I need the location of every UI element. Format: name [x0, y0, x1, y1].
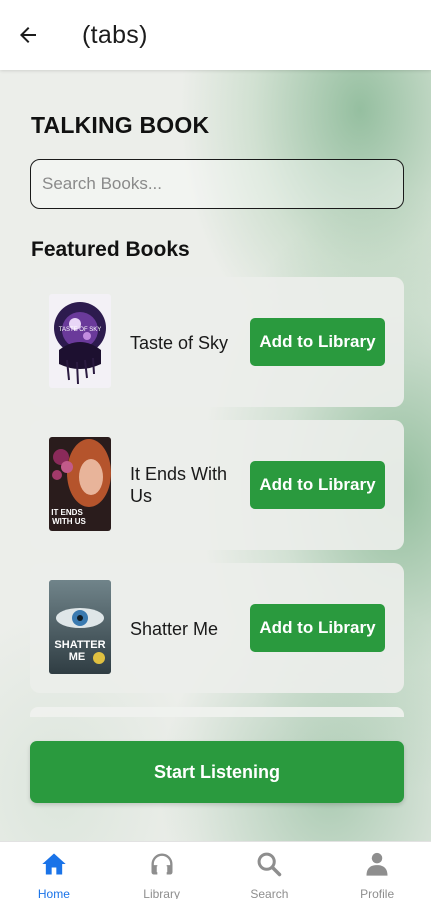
book-card: IT ENDS WITH US It Ends With Us Add to L…	[30, 420, 404, 550]
home-icon	[40, 850, 68, 878]
svg-text:SHATTER: SHATTER	[54, 639, 105, 651]
book-card: TASTE OF SKY Taste of Sky Add to Library	[30, 277, 404, 407]
add-to-library-button[interactable]: Add to Library	[250, 604, 385, 652]
book-card-partial	[30, 707, 404, 717]
header-title: (tabs)	[82, 20, 148, 49]
book-title: It Ends With Us	[130, 464, 228, 506]
person-icon	[363, 850, 391, 878]
arrow-left-icon	[20, 27, 36, 43]
search-icon	[255, 850, 283, 878]
start-listening-button[interactable]: Start Listening	[30, 741, 404, 803]
book-cover-image: TASTE OF SKY	[49, 294, 111, 388]
nav-item-library[interactable]: Library	[108, 842, 216, 899]
svg-text:WITH US: WITH US	[52, 517, 86, 526]
main-content: TALKING BOOK Featured Books TASTE OF SKY…	[0, 70, 431, 841]
add-to-library-button[interactable]: Add to Library	[250, 318, 385, 366]
search-input[interactable]	[30, 159, 404, 209]
book-cover-image: IT ENDS WITH US	[49, 437, 111, 531]
featured-books-heading: Featured Books	[31, 238, 190, 261]
nav-label: Profile	[360, 887, 395, 899]
book-title: Taste of Sky	[130, 333, 229, 353]
book-title: Shatter Me	[130, 619, 219, 639]
back-button[interactable]	[0, 0, 56, 70]
book-cover-image: SHATTER ME	[49, 580, 111, 674]
page-title: TALKING BOOK	[31, 112, 210, 138]
svg-text:ME: ME	[69, 651, 86, 663]
nav-item-home[interactable]: Home	[0, 842, 108, 899]
app-header: (tabs)	[0, 0, 431, 70]
nav-label: Search	[250, 887, 289, 899]
book-card: SHATTER ME Shatter Me Add to Library	[30, 563, 404, 693]
bottom-nav: Home Library Search Profile	[0, 841, 431, 899]
svg-text:IT ENDS: IT ENDS	[51, 508, 83, 517]
add-to-library-button[interactable]: Add to Library	[250, 461, 385, 509]
nav-label: Library	[143, 887, 180, 899]
nav-item-search[interactable]: Search	[216, 842, 324, 899]
headphones-icon	[148, 850, 176, 878]
svg-text:TASTE OF SKY: TASTE OF SKY	[59, 327, 102, 333]
nav-item-profile[interactable]: Profile	[323, 842, 431, 899]
nav-label: Home	[37, 887, 70, 899]
